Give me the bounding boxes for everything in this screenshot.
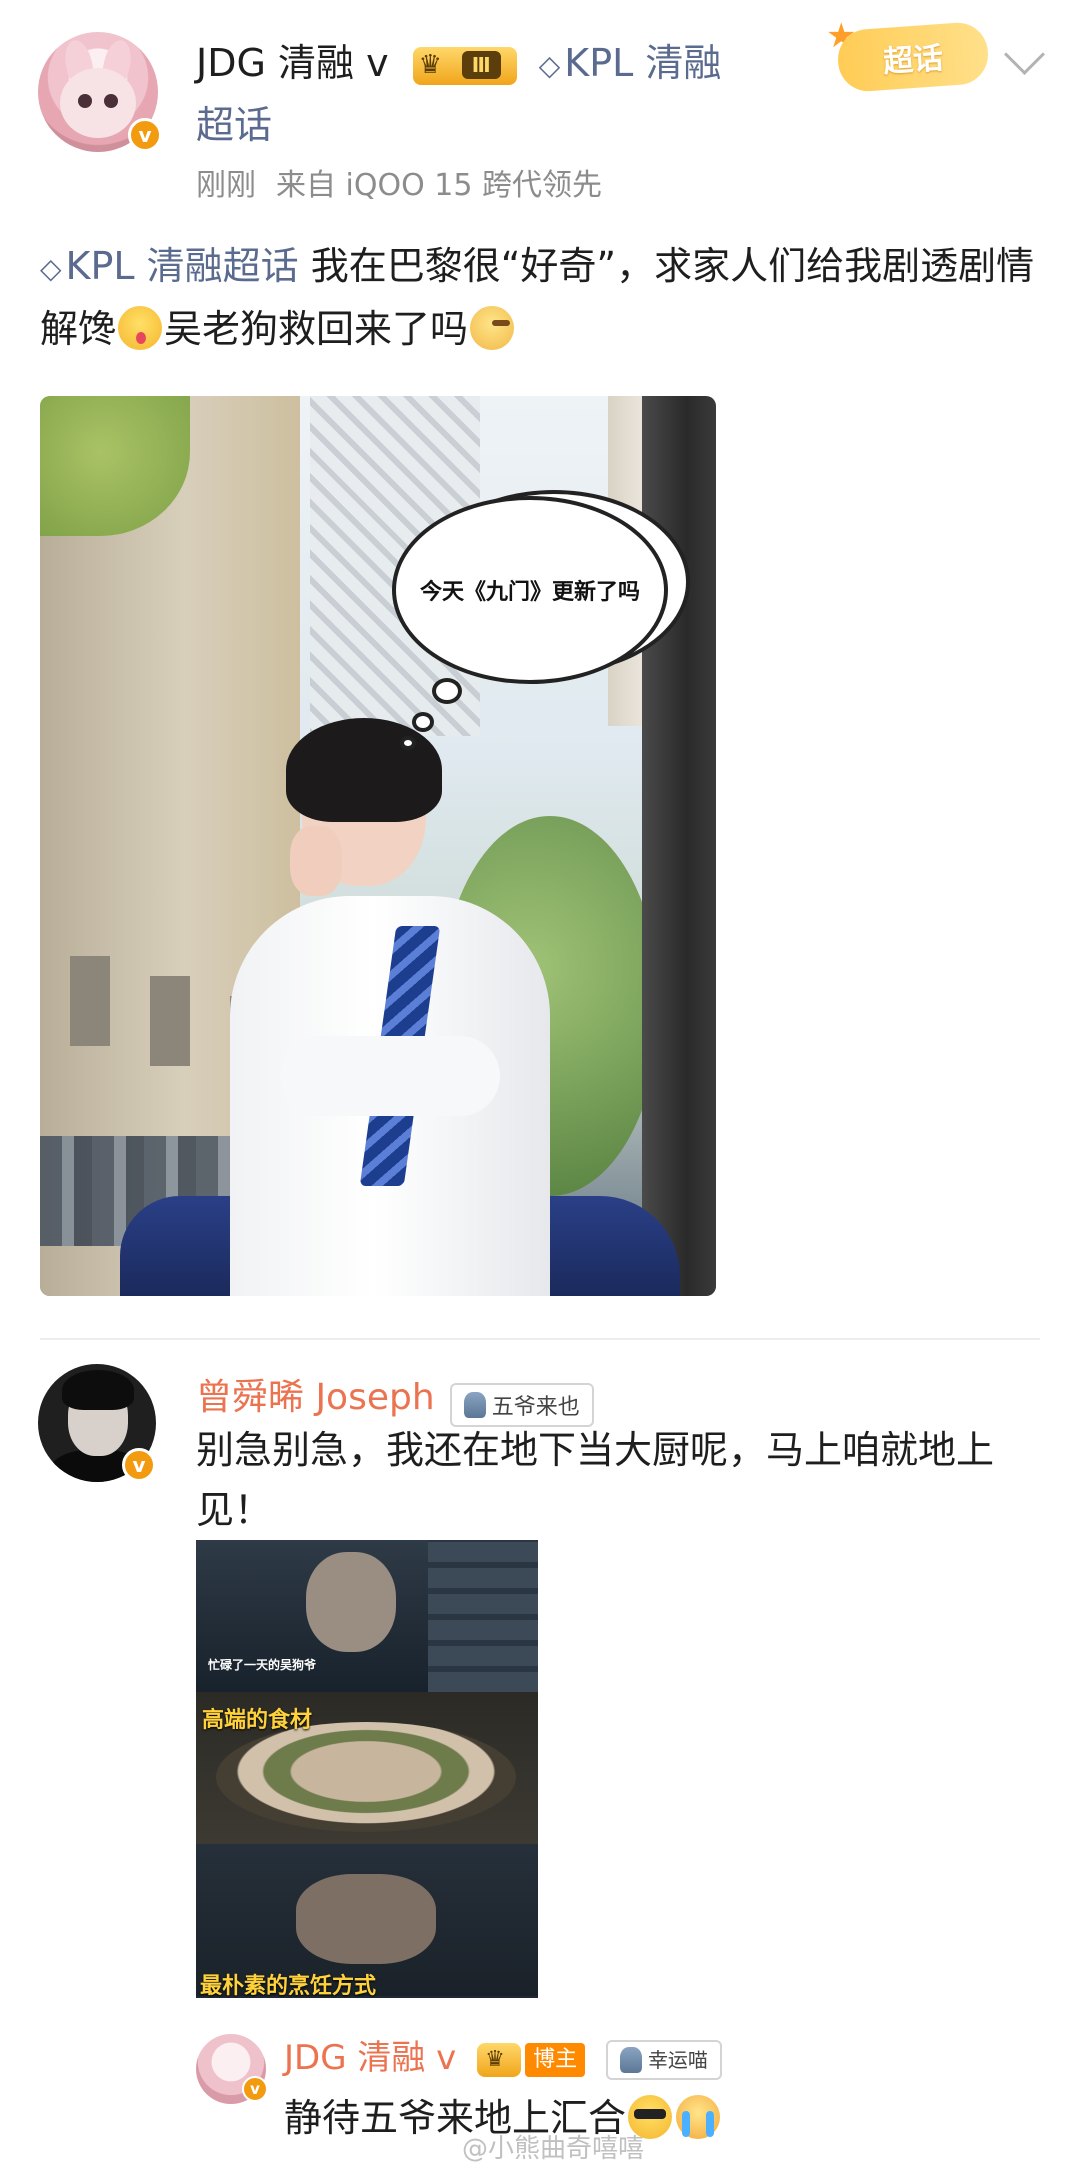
level-crown-icon: ♛ — [485, 2046, 505, 2072]
author-name[interactable]: JDG 清融 v — [196, 41, 389, 85]
avatar-face — [60, 68, 136, 138]
comment-video-thumbnail[interactable]: 忙碌了一天的吴狗爷 高端的食材 最朴素的烹饪方式 — [196, 1540, 538, 1998]
topic-name: KPL 清融 — [564, 41, 722, 85]
thought-bubble-dot — [400, 736, 416, 750]
verified-v-icon: v — [128, 118, 162, 152]
thought-bubble: 今天《九门》更新了吗 — [396, 500, 664, 680]
verified-v-icon: v — [122, 1448, 156, 1482]
post-time: 刚刚 — [196, 168, 256, 203]
post-meta: 刚刚 来自 iQOO 15 跨代领先 — [196, 160, 622, 204]
topic-diamond-icon: ◇ — [40, 251, 62, 285]
photo-pole — [642, 396, 716, 1296]
comment-text: 别急别急，我还在地下当大厨呢，马上咱就地上见！ — [196, 1428, 995, 1532]
avatar-eye-right — [104, 94, 118, 108]
video-caption-1: 忙碌了一天的吴狗爷 — [208, 1658, 317, 1672]
body-topic-name: KPL 清融超话 — [65, 244, 299, 288]
topic-suffix[interactable]: 超话 — [196, 96, 272, 154]
post-source: 来自 iQOO 15 跨代领先 — [276, 168, 602, 203]
avatar-eye-left — [78, 94, 92, 108]
watermark: @小熊曲奇嘻嘻 — [462, 2134, 645, 2164]
video-person — [306, 1552, 396, 1652]
verified-v-icon: v — [242, 2076, 268, 2102]
fan-cat-icon — [463, 1391, 486, 1418]
chaohua-button[interactable]: 超话 — [836, 20, 990, 94]
thought-bubble-text: 今天《九门》更新了吗 — [419, 580, 640, 605]
chevron-down-icon[interactable] — [1003, 33, 1046, 76]
crying-emoji-icon — [676, 2095, 721, 2139]
photo-person-hand — [290, 826, 342, 896]
reply-level-badge: ♛ — [477, 2042, 522, 2077]
photo-person-hair — [286, 718, 442, 822]
drool-emoji-icon — [118, 305, 163, 350]
topic-link[interactable]: ◇ KPL 清融 — [539, 41, 722, 85]
author-name-line: JDG 清融 v ♛ Ⅲ ◇ KPL 清融 — [196, 34, 721, 95]
post-photo[interactable]: 今天《九门》更新了吗 — [40, 396, 716, 1296]
photo-window — [70, 956, 110, 1046]
thought-bubble-dot — [432, 678, 462, 704]
reply-header: JDG 清融 v ♛ 博主 幸运喵 — [284, 2034, 722, 2082]
photo-person-arm — [280, 1036, 500, 1116]
blogger-badge: 博主 — [525, 2042, 586, 2077]
body-topic-link[interactable]: ◇ KPL 清融超话 — [40, 244, 299, 288]
level-badge[interactable]: ♛ Ⅲ — [412, 46, 517, 85]
fan-cat-icon — [619, 2046, 642, 2073]
topic-diamond-icon: ◇ — [538, 48, 561, 82]
level-crown-icon: ♛ — [418, 49, 442, 80]
reply-author-name[interactable]: JDG 清融 v — [284, 2038, 456, 2078]
reply-fan-badge-label: 幸运喵 — [647, 2047, 708, 2072]
divider — [40, 1338, 1040, 1340]
video-frame-1: 忙碌了一天的吴狗爷 — [196, 1540, 538, 1692]
commenter-header: 曾舜晞 Joseph 五爷来也 — [196, 1368, 594, 1427]
level-number: Ⅲ — [461, 50, 501, 79]
photo-window — [150, 976, 190, 1066]
thinking-emoji-icon — [470, 305, 515, 350]
fan-badge-label: 五爷来也 — [491, 1394, 580, 1420]
thought-bubble-dot — [412, 712, 434, 732]
post-body: ◇ KPL 清融超话 我在巴黎很“好奇”，求家人们给我剧透剧情解馋 吴老狗救回来了吗 — [40, 236, 1050, 359]
video-caption-3: 最朴素的烹饪方式 — [200, 1974, 377, 1998]
avatar-hair — [62, 1370, 134, 1410]
video-caption-2: 高端的食材 — [202, 1708, 313, 1733]
video-hands — [296, 1874, 436, 1964]
video-bowl — [216, 1722, 516, 1832]
body-text-2: 吴老狗救回来了吗 — [164, 306, 469, 351]
video-shelf — [428, 1540, 538, 1692]
commenter-name[interactable]: 曾舜晞 Joseph — [196, 1377, 435, 1418]
reply-fan-badge[interactable]: 幸运喵 — [605, 2039, 722, 2080]
